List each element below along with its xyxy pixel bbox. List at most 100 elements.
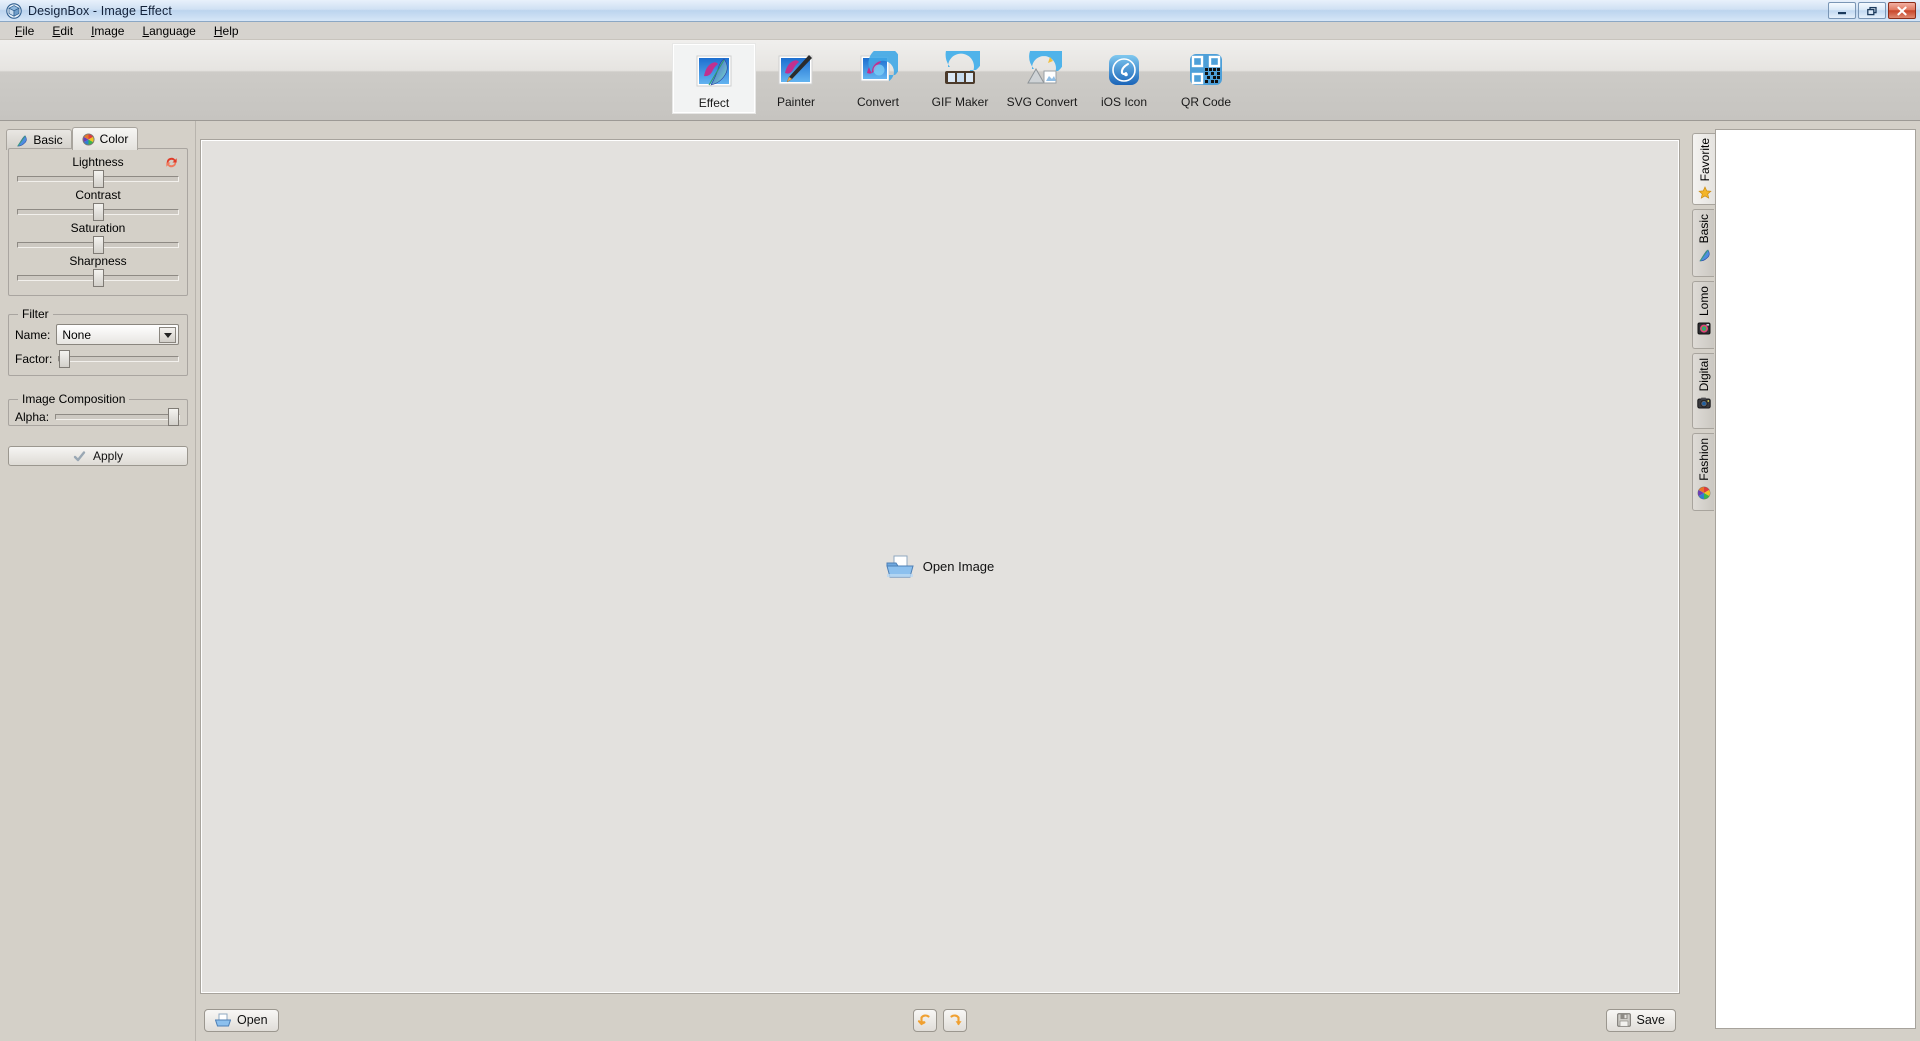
- toolbar-item-effect[interactable]: Effect: [673, 44, 755, 113]
- left-panel-tabs: Basic Color: [6, 127, 195, 150]
- save-button[interactable]: Save: [1605, 1008, 1676, 1032]
- vtab-fashion-label: Fashion: [1696, 438, 1711, 481]
- qr-code-icon: [1184, 48, 1228, 92]
- chevron-down-icon[interactable]: [159, 327, 176, 343]
- filter-factor-label: Factor:: [15, 352, 53, 366]
- slider-thumb[interactable]: [93, 236, 104, 254]
- body-area: Basic Color Lightness Contrast Saturatio…: [0, 121, 1920, 1041]
- open-folder-icon: [215, 1013, 231, 1027]
- menu-help[interactable]: Help: [205, 23, 248, 39]
- filter-fieldset: Filter Name: None Factor:: [8, 307, 188, 376]
- star-icon: [1697, 186, 1712, 200]
- tab-color[interactable]: Color: [72, 127, 138, 150]
- feather-icon: [17, 135, 27, 146]
- vtab-basic-label: Basic: [1696, 214, 1711, 244]
- reset-arrows-icon[interactable]: [164, 155, 179, 170]
- svg-convert-icon: [1020, 48, 1064, 92]
- app-logo-icon: [6, 2, 22, 19]
- check-icon: [73, 450, 86, 461]
- effects-preview-panel[interactable]: [1715, 129, 1916, 1029]
- vtab-lomo[interactable]: Lomo: [1692, 281, 1714, 349]
- right-tab-column: Favorite Basic Lomo Digital Fashion: [1692, 133, 1716, 1023]
- alpha-label: Alpha:: [15, 410, 50, 424]
- color-sliders-group: Lightness Contrast Saturation Sharpness: [8, 148, 188, 296]
- open-button[interactable]: Open: [204, 1008, 279, 1032]
- window-titlebar: DesignBox - Image Effect: [0, 0, 1920, 22]
- image-canvas[interactable]: Open Image: [200, 139, 1680, 994]
- slider-label-sharpness: Sharpness: [69, 254, 127, 268]
- toolbar-items: Effect Painter Convert GIF Maker SVG Con…: [673, 44, 1247, 113]
- menu-image[interactable]: Image: [82, 23, 133, 39]
- main-toolbar: Effect Painter Convert GIF Maker SVG Con…: [0, 40, 1920, 121]
- slider-alpha[interactable]: [55, 408, 180, 426]
- undo-button[interactable]: [913, 1008, 937, 1032]
- slider-thumb[interactable]: [93, 269, 104, 287]
- slider-lightness[interactable]: [17, 170, 179, 188]
- vtab-digital[interactable]: Digital: [1692, 353, 1714, 429]
- open-image-label: Open Image: [922, 559, 995, 574]
- left-panel: Basic Color Lightness Contrast Saturatio…: [0, 121, 196, 1041]
- slider-thumb[interactable]: [93, 170, 104, 188]
- feather-photo-icon: [692, 49, 736, 93]
- slider-contrast[interactable]: [17, 203, 179, 221]
- filter-name-value: None: [62, 327, 92, 342]
- feather-icon: [1698, 250, 1710, 262]
- vtab-favorite[interactable]: Favorite: [1692, 133, 1716, 205]
- slider-filter-factor[interactable]: [58, 350, 179, 368]
- slider-saturation[interactable]: [17, 236, 179, 254]
- apply-button[interactable]: Apply: [8, 446, 188, 466]
- restore-button[interactable]: [1858, 2, 1886, 19]
- slider-label-saturation: Saturation: [70, 221, 126, 235]
- filter-name-select[interactable]: None: [56, 324, 179, 345]
- tab-basic[interactable]: Basic: [6, 129, 72, 150]
- tab-color-label: Color: [99, 132, 129, 146]
- ios-icon-icon: [1102, 48, 1146, 92]
- close-button[interactable]: [1888, 2, 1916, 19]
- menu-language[interactable]: Language: [133, 23, 204, 39]
- vtab-digital-label: Digital: [1696, 358, 1711, 392]
- slider-label-lightness: Lightness: [9, 155, 187, 169]
- redo-button[interactable]: [943, 1008, 967, 1032]
- tab-basic-label: Basic: [33, 133, 63, 147]
- vtab-favorite-label: Favorite: [1697, 138, 1712, 182]
- filter-legend: Filter: [18, 307, 53, 321]
- vtab-lomo-label: Lomo: [1696, 286, 1711, 317]
- menu-edit[interactable]: Edit: [43, 23, 82, 39]
- image-composition-fieldset: Image Composition Alpha:: [8, 392, 188, 426]
- window-controls: [1828, 2, 1918, 19]
- undo-arrow-icon: [917, 1013, 930, 1025]
- toolbar-item-convert[interactable]: Convert: [837, 44, 919, 111]
- slider-thumb[interactable]: [168, 408, 179, 426]
- toolbar-label: GIF Maker: [931, 95, 989, 109]
- slider-thumb[interactable]: [59, 350, 71, 368]
- slider-sharpness[interactable]: [17, 269, 179, 287]
- toolbar-item-ios-icon[interactable]: iOS Icon: [1083, 44, 1165, 111]
- vtab-fashion[interactable]: Fashion: [1692, 433, 1714, 511]
- floppy-disk-icon: [1616, 1013, 1631, 1027]
- toolbar-item-painter[interactable]: Painter: [755, 44, 837, 111]
- fashion-palette-icon: [1697, 486, 1710, 500]
- toolbar-item-qr-code[interactable]: QR Code: [1165, 44, 1247, 111]
- toolbar-item-svg-convert[interactable]: SVG Convert: [1001, 44, 1083, 111]
- slider-thumb[interactable]: [93, 203, 104, 221]
- vtab-basic[interactable]: Basic: [1692, 209, 1714, 277]
- toolbar-label: Effect: [698, 96, 730, 110]
- menu-file[interactable]: FFileile: [6, 23, 43, 39]
- minimize-button[interactable]: [1828, 2, 1856, 19]
- digital-camera-icon: [1696, 397, 1711, 409]
- save-button-label: Save: [1636, 1013, 1666, 1027]
- window-title: DesignBox - Image Effect: [28, 3, 172, 18]
- image-composition-legend: Image Composition: [18, 392, 130, 406]
- toolbar-item-gif-maker[interactable]: GIF Maker: [919, 44, 1001, 111]
- toolbar-label: Painter: [776, 95, 816, 109]
- toolbar-label: QR Code: [1180, 95, 1232, 109]
- open-image-placeholder[interactable]: Open Image: [886, 555, 995, 579]
- open-folder-image-icon: [886, 555, 914, 577]
- toolbar-label: iOS Icon: [1100, 95, 1148, 109]
- color-wheel-icon: [82, 132, 95, 146]
- paintbrush-photo-icon: [774, 48, 818, 92]
- apply-label: Apply: [92, 449, 124, 463]
- bottom-toolbar: Open Save: [200, 1003, 1680, 1037]
- canvas-surface[interactable]: Open Image: [201, 140, 1679, 993]
- undo-redo-group: [913, 1008, 967, 1032]
